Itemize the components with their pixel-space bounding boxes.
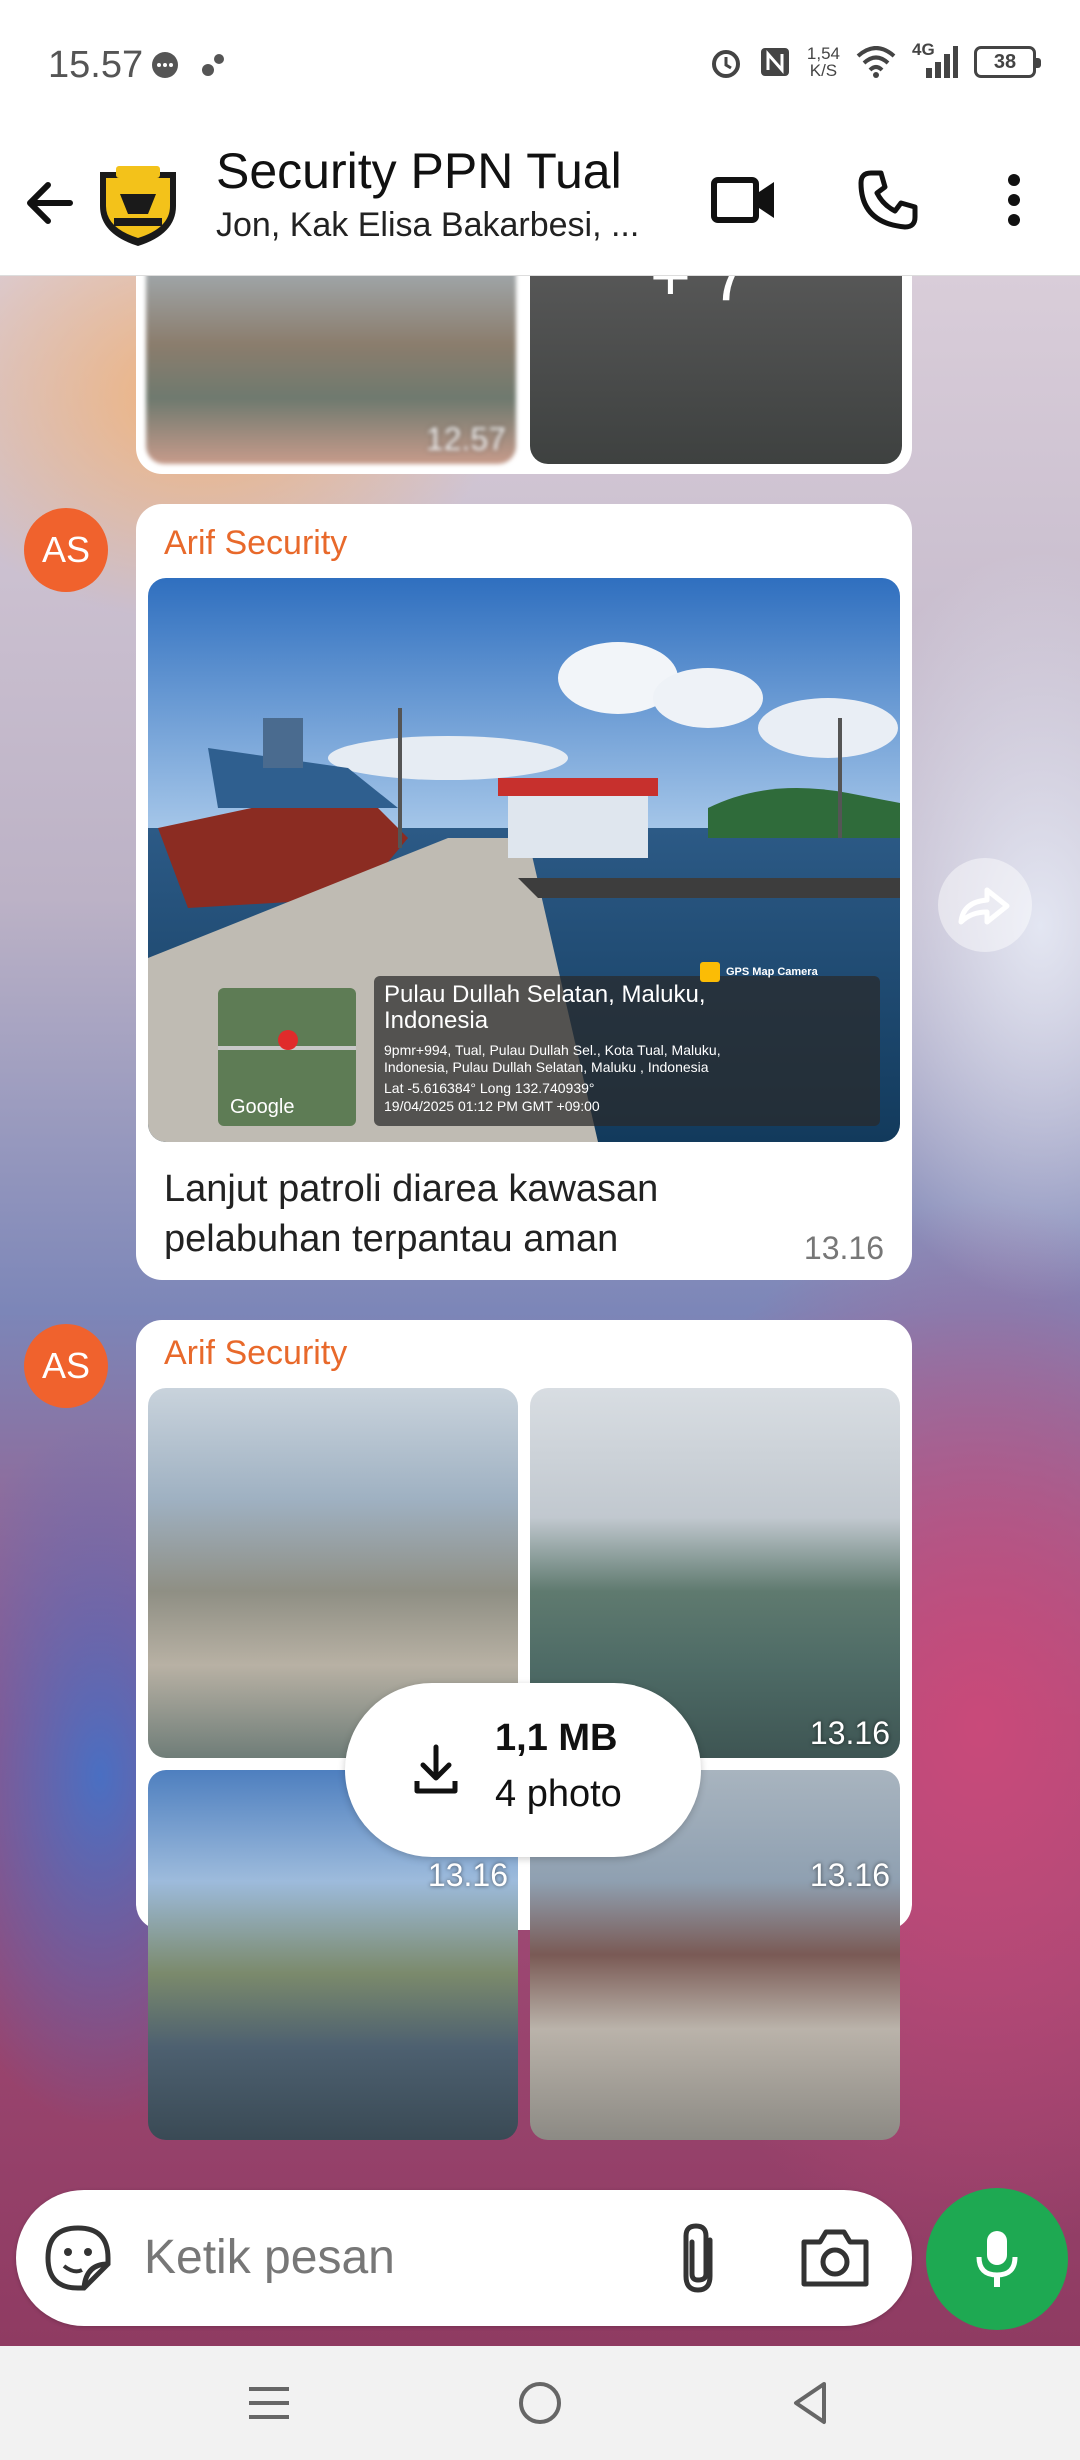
- network-speed: 1,54 K/S: [806, 44, 840, 80]
- album-overflow-label: + 7: [650, 276, 750, 315]
- message-bubble[interactable]: Arif Security Google GPS Map Camera Pula…: [136, 504, 912, 1280]
- wifi-icon: [856, 46, 896, 78]
- forward-button[interactable]: [938, 858, 1032, 952]
- sender-name[interactable]: Arif Security: [164, 524, 347, 563]
- sender-name[interactable]: Arif Security: [164, 1334, 347, 1373]
- message-time: 13.16: [809, 1857, 890, 1893]
- more-options-button[interactable]: [974, 160, 1054, 240]
- status-time: 15.57: [48, 44, 144, 86]
- message-time: 13.16: [427, 1857, 508, 1893]
- video-call-button[interactable]: [704, 160, 784, 240]
- alarm-icon: [711, 50, 740, 78]
- network-type: 4G: [912, 40, 935, 59]
- home-button[interactable]: [507, 2370, 573, 2436]
- message-input-bar: Ketik pesan: [16, 2190, 912, 2326]
- album-more-photo[interactable]: + 7: [530, 276, 902, 464]
- menu-icon: [249, 2387, 289, 2419]
- download-count: 4 photo: [495, 1773, 622, 1815]
- group-title[interactable]: Security PPN Tual: [216, 142, 622, 200]
- sticker-icon[interactable]: [44, 2224, 112, 2292]
- photo-location-title: Pulau Dullah Selatan, Maluku, Indonesia: [384, 981, 706, 1034]
- status-right-icons: 1,54 K/S 4G 38: [709, 40, 1041, 80]
- back-triangle-icon: [794, 2382, 826, 2424]
- settings-notification-icon: [202, 54, 224, 76]
- download-album-button[interactable]: 1,1 MB 4 photo: [345, 1683, 701, 1857]
- message-time: 13.16: [803, 1230, 884, 1266]
- photo-address: 9pmr+994, Tual, Pulau Dullah Sel., Kota …: [384, 1042, 721, 1075]
- download-icon: [414, 1744, 458, 1794]
- video-call-icon: [711, 177, 774, 223]
- nfc-icon: [760, 48, 789, 76]
- battery-indicator: 38: [974, 46, 1041, 78]
- sender-avatar[interactable]: AS: [24, 508, 108, 592]
- chat-area[interactable]: 12.57 + 7 AS Arif Security Google GPS Ma…: [0, 276, 1080, 2346]
- message-photo[interactable]: Google GPS Map Camera Pulau Dullah Selat…: [148, 578, 900, 1142]
- message-time: 13.16: [809, 1715, 890, 1751]
- download-size: 1,1 MB: [495, 1717, 618, 1759]
- message-caption: Lanjut patroli diarea kawasan pelabuhan …: [164, 1168, 659, 1260]
- message-input[interactable]: Ketik pesan: [144, 2230, 395, 2285]
- chat-notification-icon: [152, 52, 178, 78]
- cellular-signal: 4G: [912, 40, 958, 80]
- message-time: 12.57: [425, 421, 506, 457]
- mic-icon: [976, 2231, 1018, 2287]
- camera-icon[interactable]: [798, 2222, 872, 2294]
- group-avatar[interactable]: [90, 152, 186, 248]
- album-photo[interactable]: 12.57: [146, 276, 516, 464]
- gps-app-label: GPS Map Camera: [726, 966, 818, 978]
- recent-apps-button[interactable]: [236, 2370, 302, 2436]
- attach-icon[interactable]: [666, 2220, 736, 2296]
- message-bubble: 12.57 + 7: [136, 276, 912, 474]
- system-nav-bar: [0, 2346, 1080, 2460]
- photo-map-brand: Google: [230, 1096, 295, 1118]
- voice-call-button[interactable]: [848, 160, 928, 240]
- group-members[interactable]: Jon, Kak Elisa Bakarbesi, ...: [216, 206, 676, 245]
- home-circle-icon: [519, 2382, 561, 2424]
- forward-icon: [958, 887, 1010, 925]
- chat-header: Security PPN Tual Jon, Kak Elisa Bakarbe…: [0, 130, 1080, 276]
- photo-datetime: 19/04/2025 01:12 PM GMT +09:00: [384, 1098, 600, 1114]
- status-bar: 15.57 1,54 K/S 4G 38: [0, 0, 1080, 130]
- system-back-button[interactable]: [777, 2370, 843, 2436]
- more-vert-icon: [1008, 174, 1020, 226]
- notification-icons: [150, 50, 228, 80]
- sender-avatar[interactable]: AS: [24, 1324, 108, 1408]
- phone-icon: [858, 170, 918, 230]
- voice-record-button[interactable]: [926, 2188, 1068, 2330]
- back-arrow-icon[interactable]: [22, 168, 80, 238]
- photo-coords: Lat -5.616384° Long 132.740939°: [384, 1080, 595, 1096]
